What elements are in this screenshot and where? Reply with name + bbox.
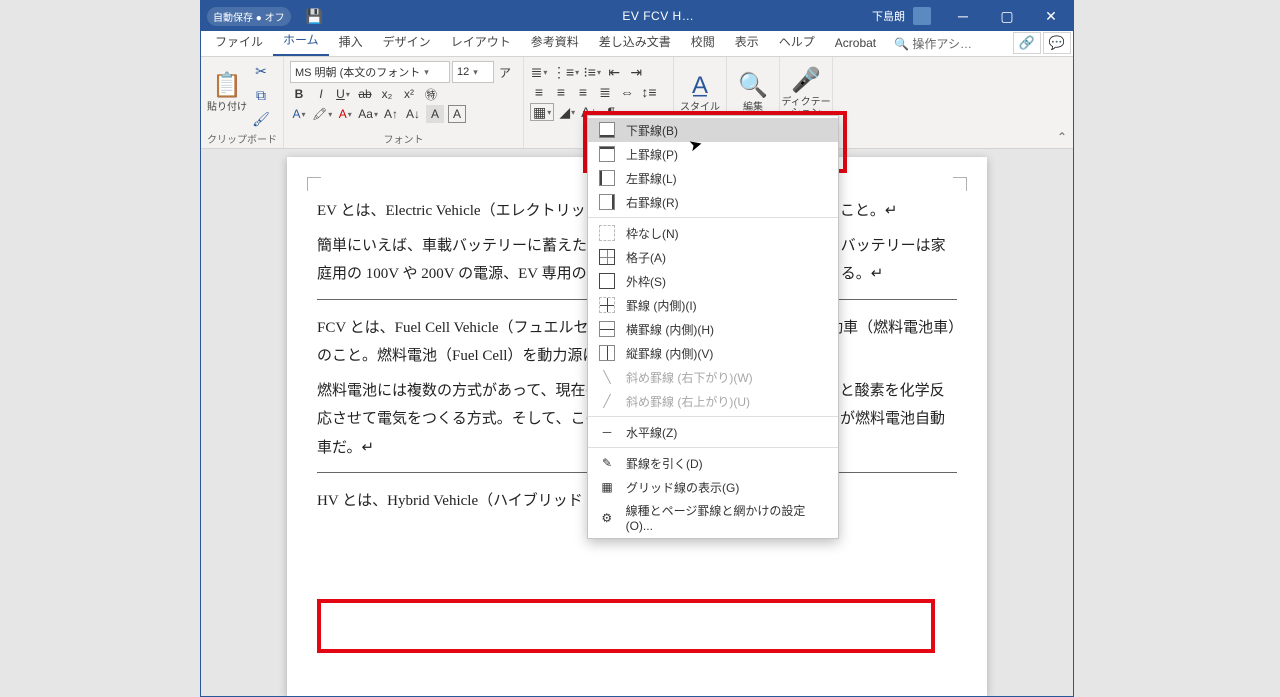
tab-review[interactable]: 校閲 [681,29,725,56]
editing-button[interactable]: 🔍 編集 [733,61,773,123]
align-center-icon[interactable]: ≡ [552,83,570,101]
window-title: EV FCV H… [445,9,872,23]
group-label-font: フォント [290,129,517,148]
bullets-icon[interactable]: ≣▾ [530,63,548,81]
user-avatar-icon[interactable] [913,7,931,25]
ribbon-tabs: ファイル ホーム 挿入 デザイン レイアウト 参考資料 差し込み文書 校閲 表示… [201,31,1073,57]
maximize-button[interactable]: ▢ [985,1,1029,31]
tab-layout[interactable]: レイアウト [441,29,521,56]
distribute-icon[interactable]: ⇔ [618,83,636,101]
ruby-icon[interactable]: ア [496,63,514,81]
redo-icon[interactable]: ↻ [365,6,385,26]
touch-mode-icon[interactable]: ▭ [395,6,415,26]
dictation-button[interactable]: 🎤 ディクテー ション [786,61,826,123]
close-button[interactable]: ✕ [1029,1,1073,31]
menu-item-border-left[interactable]: 左罫線(L) [588,166,838,190]
menu-separator [588,447,838,448]
strike-button[interactable]: ab [356,85,374,103]
comments-button[interactable]: 💬 [1043,32,1071,54]
menu-item-border-right[interactable]: 右罫線(R) [588,190,838,214]
subscript-button[interactable]: x₂ [378,85,396,103]
menu-separator [588,416,838,417]
autosave-toggle[interactable]: 自動保存 ● オフ [207,7,291,26]
mic-icon: 🎤 [791,66,821,95]
titlebar: 自動保存 ● オフ 💾 ↶ ↻ ▭ ▾ EV FCV H… 下島朗 ─ ▢ ✕ [201,1,1073,31]
font-family-combo[interactable]: MS 明朝 (本文のフォント▾ [290,61,450,83]
tell-me-search[interactable]: 🔍 操作アシ… [886,31,980,56]
tab-mailings[interactable]: 差し込み文書 [589,29,681,56]
borders-dropdown-menu: 下罫線(B) 上罫線(P) 左罫線(L) 右罫線(R) 枠なし(N) 格子(A)… [587,115,839,539]
cut-icon[interactable]: ✂ [251,61,271,81]
underline-button[interactable]: U▾ [334,85,352,103]
tab-file[interactable]: ファイル [205,29,273,56]
group-font: MS 明朝 (本文のフォント▾ 12▾ ア B I U▾ ab x₂ x² ㊕ … [284,57,524,148]
menu-item-horizontal-line[interactable]: ─水平線(Z) [588,420,838,444]
numbering-icon[interactable]: ⋮≡▾ [552,63,579,81]
styles-icon: A̲ [692,72,708,100]
highlight-icon[interactable]: 🖍▾ [312,105,332,123]
copy-icon[interactable]: ⧉ [251,85,271,105]
group-label-clipboard: クリップボード [207,129,277,148]
superscript-button[interactable]: x² [400,85,418,103]
menu-item-border-inside-h[interactable]: 横罫線 (内側)(H) [588,317,838,341]
user-name[interactable]: 下島朗 [872,8,905,24]
paste-button[interactable]: 📋 貼り付け [207,61,247,123]
enclose-chars-icon[interactable]: ㊕ [422,85,440,103]
borders-dropdown-button[interactable]: ▦▾ [530,103,554,121]
minimize-button[interactable]: ─ [941,1,985,31]
text-effects-icon[interactable]: A▾ [290,105,308,123]
tab-acrobat[interactable]: Acrobat [825,32,886,56]
shrink-font-icon[interactable]: A↓ [404,105,422,123]
menu-item-view-gridlines[interactable]: ▦グリッド線の表示(G) [588,475,838,499]
menu-separator [588,217,838,218]
margin-corner-icon [953,177,967,191]
italic-button[interactable]: I [312,85,330,103]
line-spacing-icon[interactable]: ↕≡ [640,83,658,101]
margin-corner-icon [307,177,321,191]
format-painter-icon[interactable]: 🖌 [251,109,271,129]
menu-item-border-inside[interactable]: 罫線 (内側)(I) [588,293,838,317]
shading-icon[interactable]: ◢▾ [558,103,576,121]
tab-home[interactable]: ホーム [273,27,329,56]
share-button[interactable]: 🔗 [1013,32,1041,54]
menu-item-border-top[interactable]: 上罫線(P) [588,142,838,166]
save-icon[interactable]: 💾 [305,6,325,26]
tab-insert[interactable]: 挿入 [329,29,373,56]
font-size-combo[interactable]: 12▾ [452,61,494,83]
quick-access-toolbar: 💾 ↶ ↻ ▭ ▾ [305,6,445,26]
menu-item-border-none[interactable]: 枠なし(N) [588,221,838,245]
customize-qat-icon[interactable]: ▾ [425,6,445,26]
align-right-icon[interactable]: ≡ [574,83,592,101]
menu-item-border-outside[interactable]: 外枠(S) [588,269,838,293]
align-left-icon[interactable]: ≡ [530,83,548,101]
indent-inc-icon[interactable]: ⇥ [627,63,645,81]
tab-design[interactable]: デザイン [373,29,441,56]
font-color-icon[interactable]: A▾ [336,105,354,123]
tab-view[interactable]: 表示 [725,29,769,56]
char-shading-icon[interactable]: A [426,105,444,123]
menu-item-draw-border[interactable]: ✎罫線を引く(D) [588,451,838,475]
tab-references[interactable]: 参考資料 [521,29,589,56]
tab-help[interactable]: ヘルプ [769,29,825,56]
word-window: 自動保存 ● オフ 💾 ↶ ↻ ▭ ▾ EV FCV H… 下島朗 ─ ▢ ✕ … [200,0,1074,697]
change-case-icon[interactable]: Aa▾ [358,105,378,123]
menu-item-border-settings[interactable]: ⚙線種とページ罫線と網かけの設定(O)... [588,499,838,536]
find-icon: 🔍 [738,71,768,100]
menu-item-border-all[interactable]: 格子(A) [588,245,838,269]
paste-icon: 📋 [212,71,242,100]
menu-item-border-diag-down: ╲斜め罫線 (右下がり)(W) [588,365,838,389]
styles-button[interactable]: A̲ スタイル [680,61,720,123]
justify-icon[interactable]: ≣ [596,83,614,101]
collapse-ribbon-icon[interactable]: ⌃ [1057,130,1067,144]
bold-button[interactable]: B [290,85,308,103]
grow-font-icon[interactable]: A↑ [382,105,400,123]
indent-dec-icon[interactable]: ⇤ [605,63,623,81]
group-clipboard: 📋 貼り付け ✂ ⧉ 🖌 クリップボード [201,57,284,148]
undo-icon[interactable]: ↶ [335,6,355,26]
multilevel-icon[interactable]: ⁝≡▾ [583,63,601,81]
menu-item-border-diag-up: ╱斜め罫線 (右上がり)(U) [588,389,838,413]
char-border-icon[interactable]: A [448,105,466,123]
menu-item-border-bottom[interactable]: 下罫線(B) [588,118,838,142]
menu-item-border-inside-v[interactable]: 縦罫線 (内側)(V) [588,341,838,365]
